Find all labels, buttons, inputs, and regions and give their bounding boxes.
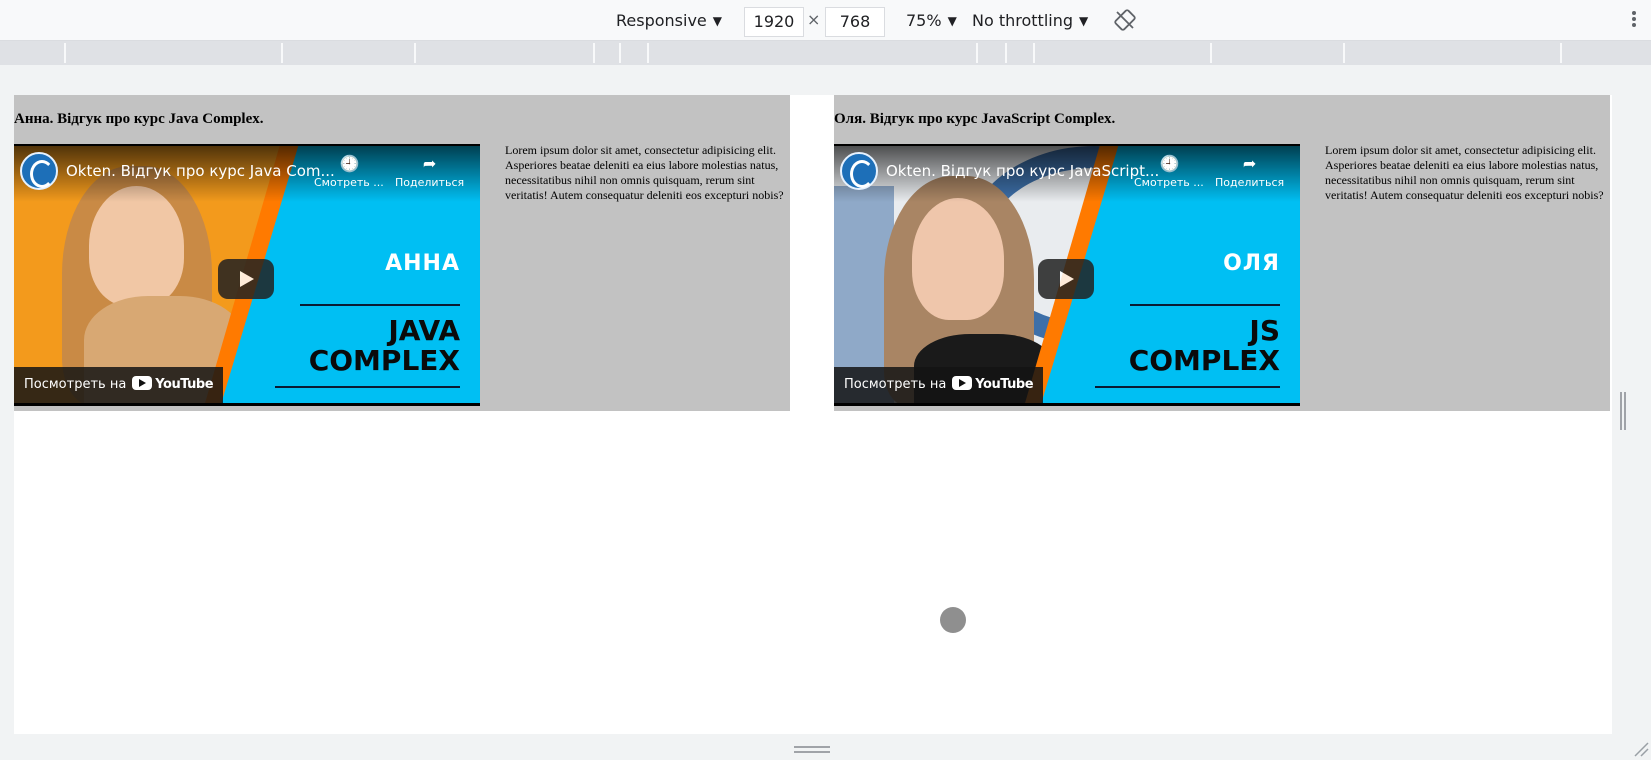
watch-later-button[interactable]: 🕘 Смотреть ... xyxy=(1134,154,1204,190)
share-label: Поделиться xyxy=(1215,176,1285,189)
zoom-select[interactable]: 75% ▼ xyxy=(906,9,957,33)
watch-on-label: Посмотреть на xyxy=(844,377,947,392)
youtube-icon xyxy=(952,376,973,390)
share-label: Поделиться xyxy=(395,176,465,189)
watch-later-label: Смотреть ... xyxy=(314,176,384,189)
chevron-down-icon: ▼ xyxy=(1079,14,1089,28)
card-text: Lorem ipsum dolor sit amet, consectetur … xyxy=(1325,143,1604,202)
channel-logo-icon[interactable] xyxy=(840,152,878,190)
share-button[interactable]: ➦ Поделиться xyxy=(1215,154,1285,190)
watch-on-label: Посмотреть на xyxy=(24,377,127,392)
card-text: Lorem ipsum dolor sit amet, consectetur … xyxy=(505,143,784,202)
width-input[interactable]: 1920 xyxy=(744,7,804,37)
device-select[interactable]: Responsive ▼ xyxy=(616,9,722,33)
chevron-down-icon: ▼ xyxy=(712,14,722,28)
throttling-select[interactable]: No throttling ▼ xyxy=(972,9,1088,33)
play-icon[interactable] xyxy=(218,259,274,299)
video-embed[interactable]: Okten. Відгук про курс JavaScript... 🕘 С… xyxy=(834,144,1300,406)
rotate-icon[interactable] xyxy=(1114,9,1136,31)
height-input[interactable]: 768 xyxy=(825,7,885,37)
watch-later-button[interactable]: 🕘 Смотреть ... xyxy=(314,154,384,190)
video-title[interactable]: Okten. Відгук про курс JavaScript... xyxy=(886,162,1159,180)
course-line-2: COMPLEX xyxy=(308,344,460,377)
media-query-bar[interactable] xyxy=(0,41,1651,65)
review-card: Анна. Відгук про курс Java Complex. Okte… xyxy=(14,95,790,411)
more-options-icon[interactable] xyxy=(1631,11,1637,29)
review-card: Оля. Відгук про курс JavaScript Complex.… xyxy=(834,95,1610,411)
right-resize-handle[interactable] xyxy=(1620,392,1628,430)
youtube-wordmark: YouTube xyxy=(975,377,1034,392)
touch-cursor-icon xyxy=(940,607,966,633)
play-icon[interactable] xyxy=(1038,259,1094,299)
video-name-label: АННА xyxy=(385,251,460,276)
chevron-down-icon: ▼ xyxy=(947,14,957,28)
video-embed[interactable]: Okten. Відгук про курс Java Com... 🕘 Смо… xyxy=(14,144,480,406)
channel-logo-icon[interactable] xyxy=(20,152,58,190)
bottom-resize-handle[interactable] xyxy=(794,746,830,754)
youtube-wordmark: YouTube xyxy=(155,377,214,392)
video-name-label: ОЛЯ xyxy=(1223,251,1280,276)
video-title[interactable]: Okten. Відгук про курс Java Com... xyxy=(66,162,335,180)
watch-on-youtube-button[interactable]: Посмотреть на YouTube xyxy=(14,367,224,403)
course-line-1: JAVA xyxy=(388,314,460,347)
course-line-2: COMPLEX xyxy=(1128,344,1280,377)
watch-on-youtube-button[interactable]: Посмотреть на YouTube xyxy=(834,367,1044,403)
device-label: Responsive xyxy=(616,11,707,30)
share-icon: ➦ xyxy=(422,154,437,173)
watch-later-label: Смотреть ... xyxy=(1134,176,1204,189)
corner-resize-icon[interactable] xyxy=(1633,741,1649,757)
video-course-label: JS COMPLEX xyxy=(1129,316,1280,376)
clock-icon: 🕘 xyxy=(1159,154,1180,173)
share-icon: ➦ xyxy=(1242,154,1257,173)
emulated-viewport: Анна. Відгук про курс Java Complex. Okte… xyxy=(14,95,1612,734)
card-heading: Анна. Відгук про курс Java Complex. xyxy=(14,111,264,127)
card-heading: Оля. Відгук про курс JavaScript Complex. xyxy=(834,111,1116,127)
course-line-1: JS xyxy=(1249,314,1280,347)
video-course-label: JAVA COMPLEX xyxy=(309,316,460,376)
zoom-label: 75% xyxy=(906,11,942,30)
share-button[interactable]: ➦ Поделиться xyxy=(395,154,465,190)
clock-icon: 🕘 xyxy=(339,154,360,173)
times-icon: × xyxy=(807,10,821,29)
device-toolbar: Responsive ▼ 1920 × 768 75% ▼ No throttlin… xyxy=(0,0,1651,41)
throttling-label: No throttling xyxy=(972,11,1074,30)
youtube-icon xyxy=(132,376,153,390)
